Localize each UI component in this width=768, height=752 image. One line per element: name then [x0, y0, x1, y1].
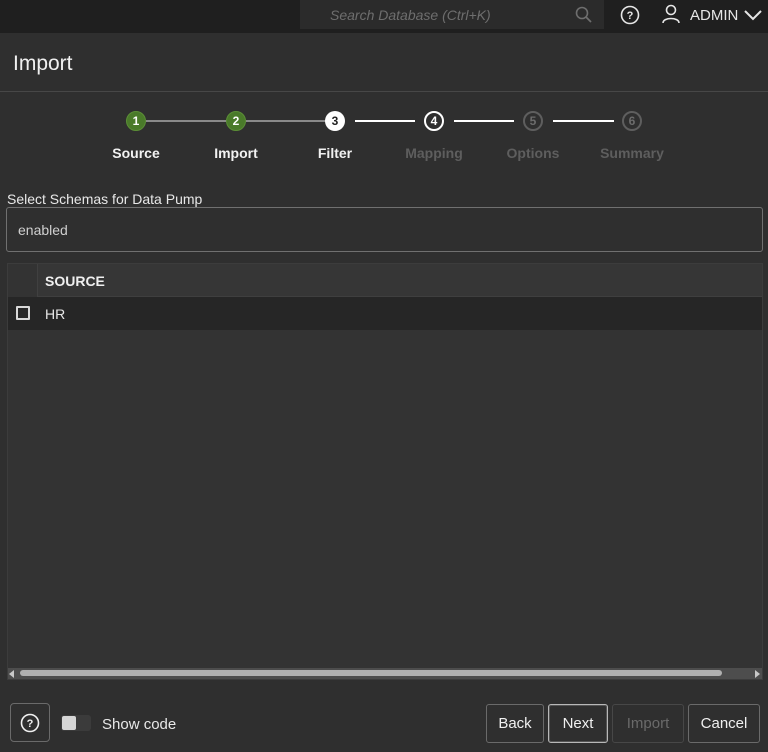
- step-5-label: Options: [506, 145, 560, 161]
- horizontal-scrollbar[interactable]: [8, 668, 762, 679]
- user-name[interactable]: ADMIN: [690, 7, 738, 24]
- step-5-indicator: 5: [523, 111, 543, 131]
- chevron-down-icon[interactable]: [742, 6, 764, 24]
- import-button: Import: [612, 704, 684, 743]
- search-input[interactable]: [310, 0, 560, 29]
- svg-text:?: ?: [627, 10, 634, 22]
- step-connector-4-5: [454, 120, 514, 122]
- step-connector-1-2: [146, 120, 226, 122]
- next-button[interactable]: Next: [548, 704, 608, 743]
- schemas-field-label: Select Schemas for Data Pump: [7, 191, 203, 207]
- cancel-button[interactable]: Cancel: [688, 704, 760, 743]
- schemas-field-value[interactable]: enabled: [18, 222, 68, 238]
- row-label: HR: [45, 306, 66, 322]
- step-connector-5-6: [553, 120, 614, 122]
- grid-select-column-header[interactable]: [8, 264, 38, 297]
- scrollbar-thumb[interactable]: [20, 670, 722, 676]
- step-1-indicator[interactable]: 1: [126, 111, 146, 131]
- step-4-label: Mapping: [405, 145, 463, 161]
- help-icon[interactable]: ?: [619, 4, 641, 26]
- step-6-indicator: 6: [622, 111, 642, 131]
- schemas-field[interactable]: enabled: [6, 207, 763, 252]
- table-row[interactable]: HR: [8, 297, 762, 330]
- source-schema-grid: SOURCE HR: [7, 263, 763, 680]
- step-2-indicator[interactable]: 2: [226, 111, 246, 131]
- svg-text:?: ?: [27, 718, 34, 730]
- step-3-indicator[interactable]: 3: [325, 111, 345, 131]
- grid-header: SOURCE: [8, 264, 762, 297]
- step-4-indicator: 4: [424, 111, 444, 131]
- show-code-toggle[interactable]: [61, 715, 91, 731]
- toggle-knob: [62, 716, 76, 730]
- column-header-source[interactable]: SOURCE: [45, 273, 105, 289]
- back-button[interactable]: Back: [486, 704, 544, 743]
- help-icon: ?: [20, 713, 40, 732]
- step-2-label[interactable]: Import: [186, 145, 286, 161]
- scroll-left-icon[interactable]: [9, 670, 14, 678]
- help-button[interactable]: ?: [10, 703, 50, 742]
- page-title: Import: [13, 52, 73, 75]
- step-connector-3-4: [355, 120, 415, 122]
- show-code-label: Show code: [102, 716, 177, 733]
- scroll-right-icon[interactable]: [755, 670, 760, 678]
- top-bar: ? ADMIN: [0, 0, 768, 33]
- search-icon[interactable]: [574, 5, 594, 25]
- step-6-label: Summary: [600, 145, 664, 161]
- step-3-label[interactable]: Filter: [285, 145, 385, 161]
- step-1-label[interactable]: Source: [86, 145, 186, 161]
- search-box[interactable]: [300, 0, 604, 29]
- step-connector-2-3: [246, 120, 326, 122]
- user-icon[interactable]: [660, 3, 682, 25]
- row-checkbox[interactable]: [16, 306, 30, 320]
- header-divider: [0, 91, 768, 92]
